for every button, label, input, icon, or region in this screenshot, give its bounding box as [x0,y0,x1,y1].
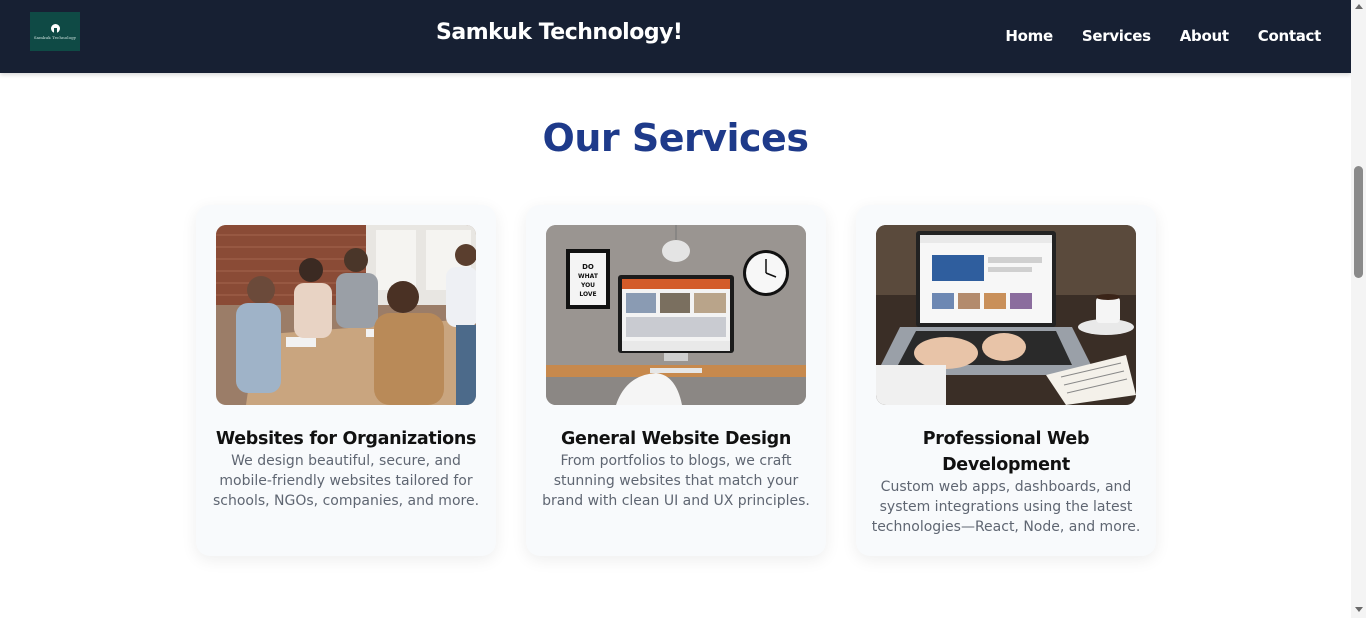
site-header: Samkuk Technology Samkuk Technology! Hom… [0,0,1351,73]
team-meeting-image [216,225,476,405]
laptop-typing-image [876,225,1136,405]
desk-computer-image: DO WHAT YOU LOVE [546,225,806,405]
scroll-thumb[interactable] [1354,166,1363,278]
nav-about[interactable]: About [1180,27,1229,45]
nav-services[interactable]: Services [1082,27,1151,45]
card-description: From portfolios to blogs, we craft stunn… [542,453,810,509]
logo[interactable]: Samkuk Technology [30,12,80,51]
scroll-up-icon[interactable] [1355,4,1363,9]
card-description: We design beautiful, secure, and mobile-… [212,453,480,509]
service-card-development[interactable]: Professional Web Development Custom web … [856,205,1156,556]
logo-icon [50,23,60,33]
main-nav: Home Services About Contact [976,27,1321,45]
nav-contact[interactable]: Contact [1258,27,1322,45]
card-title: Websites for Organizations [215,429,477,449]
services-cards: Websites for Organizations We design bea… [196,205,1156,556]
services-heading: Our Services [542,116,809,160]
nav-home[interactable]: Home [1005,27,1053,45]
scroll-down-icon[interactable] [1355,607,1363,612]
site-title: Samkuk Technology! [436,20,683,45]
svg-text:WHAT: WHAT [578,273,599,280]
service-card-organizations[interactable]: Websites for Organizations We design bea… [196,205,496,556]
scrollbar[interactable] [1351,0,1366,618]
page: Samkuk Technology Samkuk Technology! Hom… [0,0,1366,618]
card-title: Professional Web Development [922,429,1090,475]
service-card-design[interactable]: DO WHAT YOU LOVE General Website Design … [526,205,826,556]
card-title: General Website Design [560,429,792,449]
svg-text:LOVE: LOVE [579,291,596,298]
logo-text: Samkuk Technology [33,34,77,40]
svg-text:YOU: YOU [580,282,595,289]
poster-text: DO [582,263,594,271]
card-description: Custom web apps, dashboards, and system … [871,479,1141,535]
